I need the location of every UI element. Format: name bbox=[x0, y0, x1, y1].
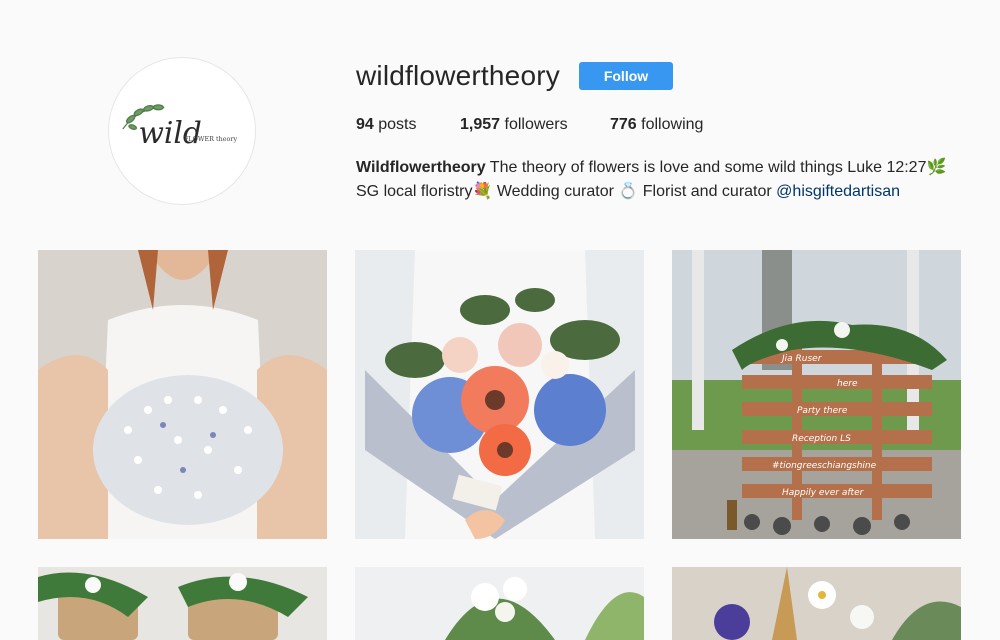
sign-line-4: Reception LS bbox=[792, 434, 851, 444]
gerbera-hydrangea-bouquet-photo bbox=[355, 250, 644, 539]
sign-line-3: Party there bbox=[797, 406, 848, 416]
bio-full-name: Wildflowertheory bbox=[356, 159, 486, 176]
following-count: 776 bbox=[610, 116, 637, 133]
daisy-arrangement-photo bbox=[672, 567, 961, 640]
wedding-chairs-photo bbox=[38, 567, 327, 640]
followers-stat[interactable]: 1,957 followers bbox=[460, 116, 568, 134]
post-tile-2[interactable] bbox=[355, 250, 644, 539]
bio-text-1: The theory of flowers is love and some w… bbox=[489, 159, 927, 176]
posts-label: posts bbox=[378, 116, 417, 133]
post-tile-6[interactable] bbox=[672, 567, 961, 640]
bio-text-2b: Wedding curator bbox=[496, 183, 614, 200]
posts-stat[interactable]: 94 posts bbox=[356, 116, 417, 134]
post-tile-5[interactable] bbox=[355, 567, 644, 640]
bio-text-2a: SG local floristry bbox=[356, 183, 473, 200]
bio-line-1: Wildflowertheory The theory of flowers i… bbox=[356, 156, 976, 180]
sign-line-2: here bbox=[837, 379, 858, 389]
ring-emoji: 💍 bbox=[618, 183, 639, 200]
wooden-sign-photo: Jia Ruser here Party there Reception LS … bbox=[672, 250, 961, 539]
profile-bio: Wildflowertheory The theory of flowers i… bbox=[356, 156, 976, 204]
white-flower-arrangement-photo bbox=[355, 567, 644, 640]
following-label: following bbox=[641, 116, 704, 133]
post-tile-1[interactable] bbox=[38, 250, 327, 539]
followers-count: 1,957 bbox=[460, 116, 501, 133]
followers-label: followers bbox=[504, 116, 568, 133]
post-tile-3[interactable]: Jia Ruser here Party there Reception LS … bbox=[672, 250, 961, 539]
bio-text-2c: Florist and curator bbox=[642, 183, 772, 200]
following-stat[interactable]: 776 following bbox=[610, 116, 703, 134]
herb-emoji: 🌿 bbox=[926, 159, 947, 176]
sign-line-6: Happily ever after bbox=[782, 488, 865, 498]
sign-line-5: #tiongreeschiangshine bbox=[772, 461, 877, 471]
follow-button[interactable]: Follow bbox=[579, 62, 673, 90]
sign-line-1: Jia Ruser bbox=[780, 354, 823, 364]
post-tile-4[interactable] bbox=[38, 567, 327, 640]
logo-script-text: wild bbox=[139, 116, 202, 150]
baby-breath-bouquet-photo bbox=[38, 250, 327, 539]
wildflower-theory-logo: wild FLOWER theory bbox=[122, 104, 237, 150]
bio-mention-link[interactable]: @hisgiftedartisan bbox=[776, 183, 900, 200]
bouquet-emoji: 💐 bbox=[472, 183, 493, 200]
bio-line-2: SG local floristry💐 Wedding curator 💍 Fl… bbox=[356, 180, 976, 204]
logo-subtext: FLOWER theory bbox=[184, 135, 237, 143]
profile-avatar[interactable]: wild FLOWER theory bbox=[108, 57, 256, 205]
profile-username: wildflowertheory bbox=[356, 60, 560, 91]
posts-count: 94 bbox=[356, 116, 374, 133]
